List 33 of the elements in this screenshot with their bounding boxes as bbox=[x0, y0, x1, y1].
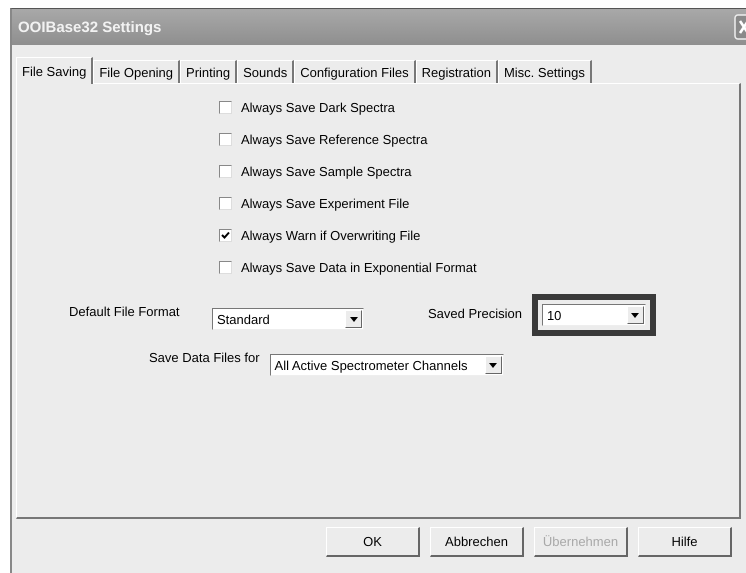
tab[interactable]: Printing bbox=[180, 60, 238, 83]
caret-icon bbox=[350, 316, 358, 322]
checkbox[interactable] bbox=[219, 100, 232, 114]
checkbox[interactable] bbox=[219, 132, 232, 146]
checkbox-label: Always Save Experiment File bbox=[241, 196, 410, 210]
dialog-button[interactable]: OK bbox=[326, 527, 420, 557]
checkbox-label: Always Save Reference Spectra bbox=[241, 132, 428, 146]
window-title: OOIBase32 Settings bbox=[18, 18, 162, 36]
tab[interactable]: Registration bbox=[416, 60, 498, 83]
checkbox-label: Always Save Dark Spectra bbox=[241, 100, 395, 114]
field-label: Default File Format bbox=[69, 304, 181, 319]
tab[interactable]: File Opening bbox=[93, 60, 180, 83]
close-icon[interactable] bbox=[734, 14, 746, 40]
tab[interactable]: Sounds bbox=[237, 60, 294, 83]
checkbox[interactable] bbox=[219, 196, 232, 210]
tab[interactable]: Configuration Files bbox=[294, 60, 416, 83]
dialog-button[interactable]: Hilfe bbox=[638, 527, 732, 557]
checkbox[interactable] bbox=[219, 228, 232, 242]
dialog-button[interactable]: Abbrechen bbox=[430, 527, 524, 557]
field-label: Save Data Files for bbox=[149, 350, 260, 365]
dropdown[interactable]: All Active Spectrometer Channels bbox=[270, 354, 504, 376]
tab[interactable]: Misc. Settings bbox=[498, 60, 592, 83]
checkbox[interactable] bbox=[219, 164, 232, 178]
checkbox-label: Always Warn if Overwriting File bbox=[241, 228, 420, 242]
checkbox[interactable] bbox=[219, 260, 232, 274]
checkbox-label: Always Save Data in Exponential Format bbox=[241, 260, 477, 274]
caret-icon bbox=[489, 362, 498, 368]
tab[interactable]: File Saving bbox=[16, 57, 94, 84]
field-label: Saved Precision bbox=[428, 306, 522, 321]
checkbox-label: Always Save Sample Spectra bbox=[241, 164, 412, 178]
caret-icon bbox=[631, 312, 640, 318]
dropdown[interactable]: Standard bbox=[212, 308, 364, 330]
dropdown[interactable]: 10 bbox=[542, 304, 646, 326]
